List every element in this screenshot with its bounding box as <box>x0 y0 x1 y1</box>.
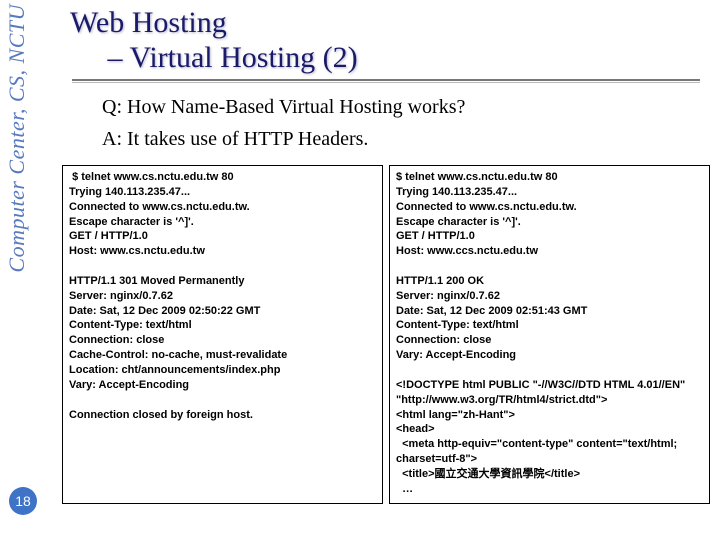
slide-content: Web Hosting – Virtual Hosting (2) Q: How… <box>62 6 710 534</box>
sidebar-org-text: Computer Center, CS, NCTU <box>4 4 30 273</box>
answer-text: A: It takes use of HTTP Headers. <box>102 123 710 155</box>
terminal-right: $ telnet www.cs.nctu.edu.tw 80 Trying 14… <box>389 165 710 504</box>
slide-title: Web Hosting – Virtual Hosting (2) <box>70 6 710 75</box>
question-text: Q: How Name-Based Virtual Hosting works? <box>102 91 710 123</box>
qa-block: Q: How Name-Based Virtual Hosting works?… <box>102 91 710 155</box>
title-underline <box>72 79 700 81</box>
page-number-badge: 18 <box>9 487 37 515</box>
terminal-left: $ telnet www.cs.nctu.edu.tw 80 Trying 14… <box>62 165 383 504</box>
title-line-1: Web Hosting <box>70 6 227 39</box>
title-line-2: – Virtual Hosting (2) <box>108 41 358 74</box>
terminal-panels: $ telnet www.cs.nctu.edu.tw 80 Trying 14… <box>62 165 710 504</box>
